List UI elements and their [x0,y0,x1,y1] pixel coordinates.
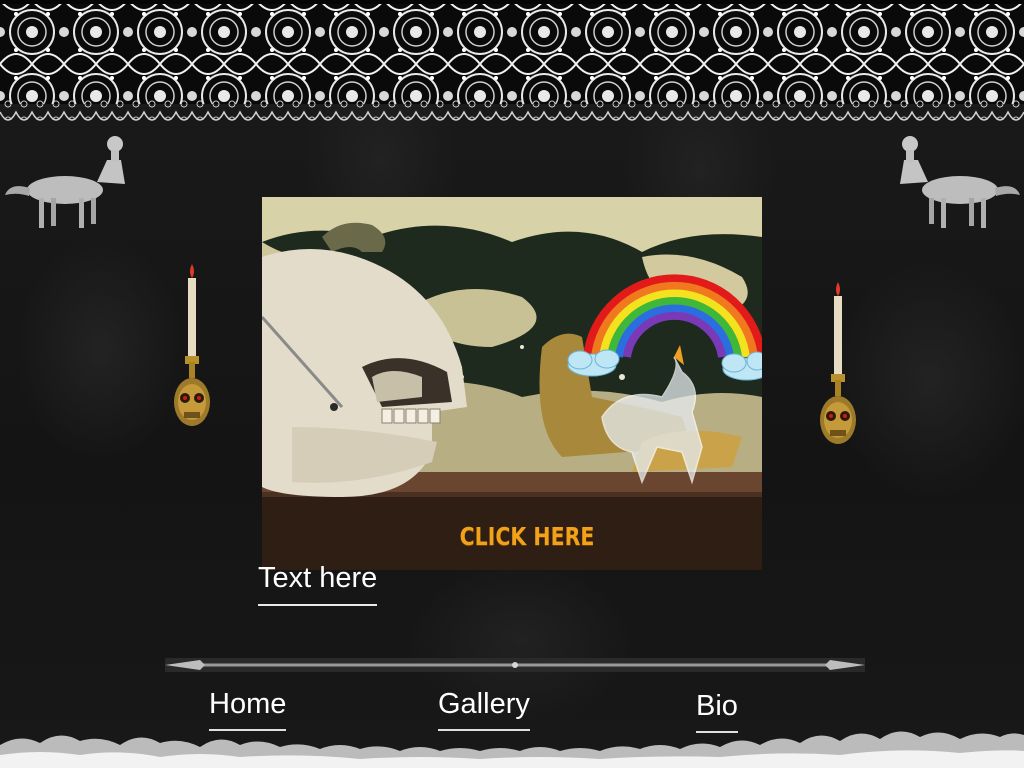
hero-image[interactable]: CLICK HERE [262,197,762,570]
skull-candle-icon [170,262,220,437]
click-here-button[interactable]: CLICK HERE [363,522,691,551]
ornamental-divider-icon [165,656,865,674]
centaur-icon [5,130,135,235]
lace-border-icon [0,0,1024,128]
mist-border-icon [0,715,1024,768]
text-here-label: Text here [258,562,378,606]
skull-unicorn-photo [262,197,762,570]
page: CLICK HERE Text here Home Gallery Bio [0,0,1024,768]
skull-candle-icon [816,280,866,455]
centaur-icon [890,130,1020,235]
